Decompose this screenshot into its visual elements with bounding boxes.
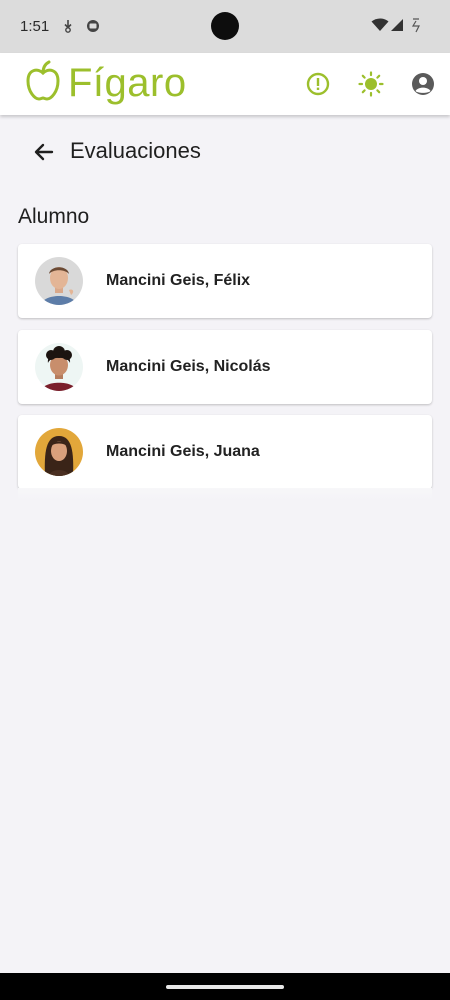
- system-nav-bar: [0, 973, 450, 1000]
- notification-app-icon: [87, 20, 99, 32]
- download-icon: [64, 20, 72, 33]
- signal-icon: [391, 19, 403, 31]
- student-name: Mancini Geis, Juana: [106, 443, 260, 460]
- student-card[interactable]: Mancini Geis, Félix: [18, 244, 432, 318]
- student-avatar: [35, 343, 83, 391]
- status-bar: 1:51: [0, 0, 450, 53]
- page-title: Evaluaciones: [70, 138, 201, 163]
- student-card[interactable]: Mancini Geis, Juana: [18, 415, 432, 489]
- battery-icon: [411, 18, 420, 33]
- theme-sun-icon[interactable]: [358, 71, 384, 97]
- student-avatar: [35, 428, 83, 476]
- back-arrow-icon[interactable]: [30, 139, 58, 165]
- apple-logo-icon: [26, 60, 60, 101]
- app-logo-text: Fígaro: [68, 61, 187, 105]
- alert-icon[interactable]: [305, 71, 331, 97]
- student-card[interactable]: Mancini Geis, Nicolás: [18, 330, 432, 404]
- student-name: Mancini Geis, Félix: [106, 272, 251, 289]
- wifi-icon: [371, 18, 389, 31]
- status-time: 1:51: [20, 18, 50, 35]
- account-icon[interactable]: [410, 71, 436, 97]
- app-bar: Fígaro: [0, 53, 450, 115]
- front-camera: [211, 12, 239, 40]
- student-name: Mancini Geis, Nicolás: [106, 358, 271, 375]
- student-avatar: [35, 257, 83, 305]
- list-end-fade: [18, 488, 432, 500]
- home-gesture-handle[interactable]: [166, 985, 284, 989]
- section-label: Alumno: [18, 205, 90, 228]
